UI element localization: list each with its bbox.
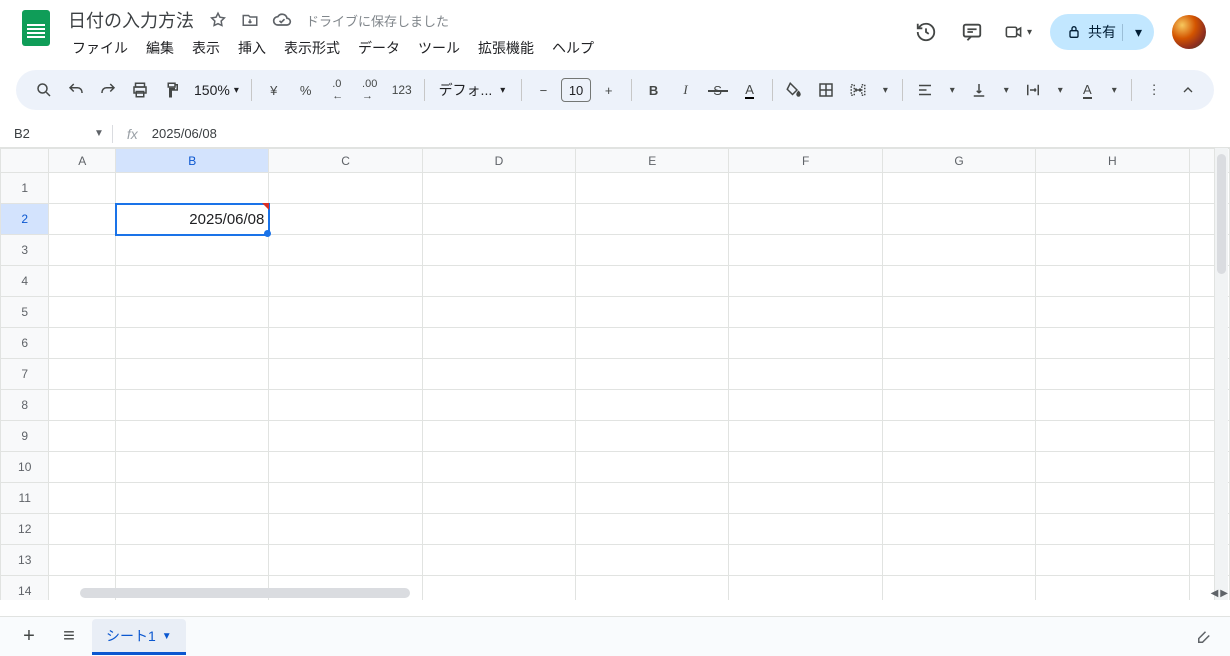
font-size-input[interactable]: 10 xyxy=(561,78,590,102)
borders-button[interactable] xyxy=(812,76,840,104)
row-header-7[interactable]: 7 xyxy=(1,359,49,390)
formula-bar[interactable]: 2025/06/08 xyxy=(152,126,217,141)
account-avatar[interactable] xyxy=(1172,15,1206,49)
row-header-1[interactable]: 1 xyxy=(1,173,49,204)
col-header-C[interactable]: C xyxy=(269,149,422,173)
share-caret-icon[interactable]: ▾ xyxy=(1122,24,1146,41)
bold-button[interactable]: B xyxy=(640,76,668,104)
search-menus-icon[interactable] xyxy=(30,76,58,104)
row-header-10[interactable]: 10 xyxy=(1,452,49,483)
namebox-dropdown-icon[interactable]: ▼ xyxy=(94,128,104,139)
row-header-3[interactable]: 3 xyxy=(1,235,49,266)
scroll-right-icon[interactable]: ▶ xyxy=(1220,588,1228,599)
save-status: ドライブに保存しました xyxy=(306,11,449,30)
menu-bar: ファイル 編集 表示 挿入 表示形式 データ ツール 拡張機能 ヘルプ xyxy=(64,34,912,62)
col-header-G[interactable]: G xyxy=(882,149,1035,173)
percent-button[interactable]: % xyxy=(292,76,320,104)
spreadsheet-grid[interactable]: A B C D E F G H 1 22025/06/08 3 4 5 6 7 … xyxy=(0,148,1230,600)
meet-button[interactable]: ▾ xyxy=(1004,18,1032,46)
rotate-button[interactable]: A xyxy=(1073,76,1101,104)
fx-icon: fx xyxy=(121,126,144,142)
doc-title[interactable]: 日付の入力方法 xyxy=(64,6,198,34)
all-sheets-button[interactable]: ≡ xyxy=(52,620,86,654)
col-header-A[interactable]: A xyxy=(49,149,116,173)
more-formats-button[interactable]: 123 xyxy=(388,76,416,104)
halign-dropdown[interactable]: ▾ xyxy=(943,76,961,104)
paint-format-icon[interactable] xyxy=(158,76,186,104)
share-label: 共有 xyxy=(1088,22,1116,42)
redo-icon[interactable] xyxy=(94,76,122,104)
toolbar: 150%▾ ¥ % .0← .00→ 123 デフォ...▾ − 10 + B … xyxy=(16,70,1214,110)
toolbar-more-icon[interactable]: ⋮ xyxy=(1140,76,1168,104)
sheet-tab-1[interactable]: シート1 ▼ xyxy=(92,619,186,655)
row-header-9[interactable]: 9 xyxy=(1,421,49,452)
menu-format[interactable]: 表示形式 xyxy=(276,34,348,62)
increase-decimals-button[interactable]: .00→ xyxy=(356,76,384,104)
vertical-scrollbar[interactable] xyxy=(1214,148,1228,600)
currency-button[interactable]: ¥ xyxy=(260,76,288,104)
row-header-8[interactable]: 8 xyxy=(1,390,49,421)
row-header-12[interactable]: 12 xyxy=(1,514,49,545)
col-header-H[interactable]: H xyxy=(1036,149,1189,173)
menu-file[interactable]: ファイル xyxy=(64,34,136,62)
scroll-left-icon[interactable]: ◀ xyxy=(1211,588,1219,599)
select-all-corner[interactable] xyxy=(1,149,49,173)
row-header-5[interactable]: 5 xyxy=(1,297,49,328)
text-color-button[interactable]: A xyxy=(736,76,764,104)
row-header-14[interactable]: 14 xyxy=(1,576,49,601)
valign-button[interactable] xyxy=(965,76,993,104)
cloud-saved-icon[interactable] xyxy=(270,8,294,32)
italic-button[interactable]: I xyxy=(672,76,700,104)
menu-data[interactable]: データ xyxy=(350,34,408,62)
wrap-button[interactable] xyxy=(1019,76,1047,104)
share-button[interactable]: 共有 ▾ xyxy=(1050,14,1154,50)
menu-help[interactable]: ヘルプ xyxy=(544,34,602,62)
row-header-11[interactable]: 11 xyxy=(1,483,49,514)
menu-extensions[interactable]: 拡張機能 xyxy=(470,34,542,62)
col-header-E[interactable]: E xyxy=(576,149,729,173)
horizontal-scrollbar[interactable] xyxy=(48,586,1210,600)
wrap-dropdown[interactable]: ▾ xyxy=(1051,76,1069,104)
print-icon[interactable] xyxy=(126,76,154,104)
valign-dropdown[interactable]: ▾ xyxy=(997,76,1015,104)
col-header-F[interactable]: F xyxy=(729,149,882,173)
rotate-dropdown[interactable]: ▾ xyxy=(1105,76,1123,104)
undo-icon[interactable] xyxy=(62,76,90,104)
cell-B2[interactable]: 2025/06/08 xyxy=(116,204,269,235)
row-header-6[interactable]: 6 xyxy=(1,328,49,359)
col-header-D[interactable]: D xyxy=(422,149,575,173)
comment-icon[interactable] xyxy=(958,18,986,46)
font-select[interactable]: デフォ...▾ xyxy=(433,80,513,100)
row-header-4[interactable]: 4 xyxy=(1,266,49,297)
add-sheet-button[interactable]: + xyxy=(12,620,46,654)
name-box[interactable]: B2 xyxy=(8,126,86,141)
merge-dropdown[interactable]: ▾ xyxy=(876,76,894,104)
menu-tools[interactable]: ツール xyxy=(410,34,468,62)
sheets-logo[interactable] xyxy=(16,8,56,48)
explore-button[interactable] xyxy=(1190,623,1218,651)
col-header-B[interactable]: B xyxy=(116,149,269,173)
menu-insert[interactable]: 挿入 xyxy=(230,34,274,62)
collapse-toolbar-icon[interactable] xyxy=(1176,76,1200,104)
history-icon[interactable] xyxy=(912,18,940,46)
fill-color-button[interactable] xyxy=(780,76,808,104)
move-icon[interactable] xyxy=(238,8,262,32)
sheet-tab-label: シート1 xyxy=(106,626,156,646)
menu-edit[interactable]: 編集 xyxy=(138,34,182,62)
decrease-decimals-button[interactable]: .0← xyxy=(324,76,352,104)
strikethrough-button[interactable]: S xyxy=(704,76,732,104)
merge-cells-button[interactable] xyxy=(844,76,872,104)
zoom-select[interactable]: 150%▾ xyxy=(190,82,243,98)
halign-button[interactable] xyxy=(911,76,939,104)
row-header-2[interactable]: 2 xyxy=(1,204,49,235)
star-icon[interactable] xyxy=(206,8,230,32)
row-header-13[interactable]: 13 xyxy=(1,545,49,576)
font-size-increase[interactable]: + xyxy=(595,76,623,104)
font-size-decrease[interactable]: − xyxy=(529,76,557,104)
menu-view[interactable]: 表示 xyxy=(184,34,228,62)
sheet-tab-menu-icon[interactable]: ▼ xyxy=(162,631,172,642)
